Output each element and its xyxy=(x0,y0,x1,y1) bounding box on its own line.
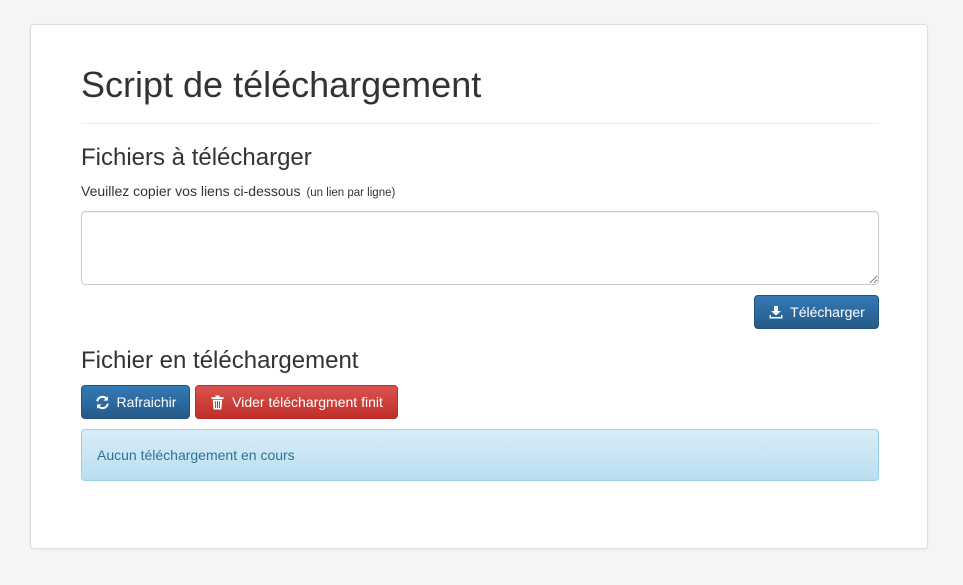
status-alert: Aucun téléchargement en cours xyxy=(81,429,879,481)
refresh-icon xyxy=(95,395,110,410)
clear-finished-button[interactable]: Vider téléchargment finit xyxy=(195,385,398,419)
clear-finished-button-label: Vider téléchargment finit xyxy=(232,394,383,410)
title-divider xyxy=(81,123,879,124)
refresh-button-label: Rafraichir xyxy=(116,394,177,410)
links-help-hint: (un lien par ligne) xyxy=(306,187,396,199)
refresh-button[interactable]: Rafraichir xyxy=(81,385,190,419)
page-title: Script de téléchargement xyxy=(81,64,482,105)
upload-section-title: Fichiers à télécharger xyxy=(81,144,312,171)
links-help-text: Veuillez copier vos liens ci-dessous (un … xyxy=(81,182,395,202)
progress-section-title: Fichier en téléchargement xyxy=(81,347,359,374)
links-textarea[interactable] xyxy=(81,211,879,285)
main-panel: Script de téléchargement Fichiers à télé… xyxy=(30,24,928,549)
status-message: Aucun téléchargement en cours xyxy=(97,447,295,463)
links-help-label: Veuillez copier vos liens ci-dessous xyxy=(81,183,301,199)
download-button[interactable]: Télécharger xyxy=(754,295,879,329)
download-button-label: Télécharger xyxy=(790,304,865,320)
download-icon xyxy=(768,305,783,320)
trash-icon xyxy=(210,395,225,410)
